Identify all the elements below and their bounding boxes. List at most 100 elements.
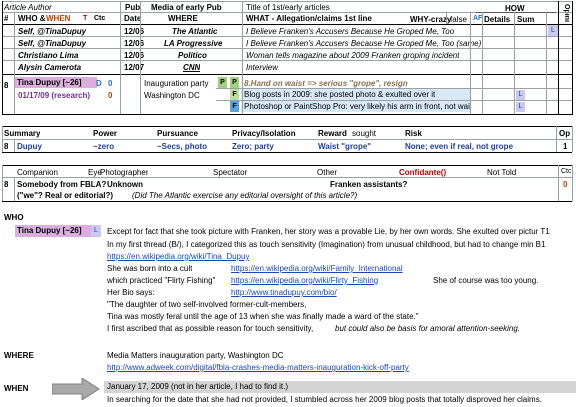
header-ctc: Ctc: [94, 15, 106, 22]
p-badge: P: [230, 77, 239, 88]
summary-privacy: Zero; party: [232, 142, 274, 151]
summary-val: 1: [563, 142, 568, 151]
wikipedia-link[interactable]: https://en.wikipedia.org/wiki/Tina_Dupuy: [107, 252, 249, 261]
article-date: 12/07: [124, 63, 145, 72]
when-text-2: In searching for the date that she had n…: [107, 395, 542, 404]
companion-we: ("we"? Real or editorial?): [17, 191, 114, 200]
header-date: Date: [124, 14, 142, 23]
article-media: Politico: [178, 51, 207, 60]
summary-pursuance: ~Secs, photo: [157, 142, 208, 151]
cult-text: She was born into a cult: [107, 264, 193, 273]
article-title: Interview: [246, 63, 279, 72]
article-author: Self, @TinaDupuy: [18, 27, 87, 36]
header-who: WHO &: [18, 14, 46, 23]
companion-header: Companion: [17, 168, 58, 177]
photographer-header: Photographer: [100, 168, 149, 177]
article-media: The Atlantic: [172, 27, 218, 36]
spectator-header: Spectator: [213, 168, 248, 177]
companion-zero: 0: [563, 180, 568, 189]
header-pub: Pub: [125, 3, 141, 12]
header-details: Details: [484, 15, 511, 24]
header-t: T: [83, 15, 88, 22]
ctc-header: Ctc: [561, 168, 572, 175]
header-false: false: [450, 15, 467, 24]
article-title: I Believe Franken's Accusers Because He …: [246, 27, 455, 36]
article-title: I Believe Franken's Accusers Because He …: [246, 39, 482, 48]
companion-unknown: Unknown: [107, 180, 143, 189]
person-date: 01/17/09 (research): [18, 91, 91, 100]
bio-link[interactable]: http://www.tinadupuy.com/bio/: [231, 288, 337, 297]
companion-atlantic-note: (Did The Atlantic exercise any editorial…: [132, 191, 358, 200]
summary-num: 8: [4, 142, 9, 151]
header-article-author: Article Author: [4, 3, 52, 12]
l-flag: L: [516, 90, 525, 100]
article-author: Self, @TinaDupuy: [18, 39, 87, 48]
who-line-1: Except for fact that she took picture wi…: [107, 227, 550, 236]
l-flag: L: [516, 102, 525, 112]
header-where: WHERE: [168, 14, 198, 23]
when-label: WHEN: [4, 384, 29, 393]
f-badge: F: [230, 89, 239, 100]
article-media: LA Progressive: [164, 39, 223, 48]
confidante-header: Confidante(): [399, 168, 447, 177]
not-told-header: Not Told: [487, 168, 517, 177]
where-text: Media Matters inauguration party, Washin…: [107, 351, 284, 360]
person-blog2: Photoshop or PaintShop Pro: very likely …: [241, 101, 470, 112]
summary-header: Summary: [4, 129, 41, 138]
sought-header: sought: [352, 129, 377, 138]
op-header: Op: [559, 129, 571, 138]
summary-power: ~zero: [93, 142, 115, 151]
when-text: January 17, 2009 (not in her article, I …: [104, 381, 576, 393]
companion-text: Somebody from FBLA?: [17, 180, 107, 189]
companion-num: 8: [4, 180, 9, 189]
last-line-a: I first ascribed that as possible reason…: [107, 324, 314, 333]
bio-text: Her Bio says:: [107, 288, 155, 297]
companion-franken-assistants: Franken assistants?: [330, 180, 408, 189]
privacy-header: Privacy/Isolation: [232, 129, 296, 138]
where-label: WHERE: [4, 351, 34, 360]
header-media: Media of early Pub: [151, 3, 222, 12]
reward-header: Reward: [318, 129, 347, 138]
bio-quote-2: Tina was mostly feral until the age of 1…: [107, 312, 419, 321]
summary-risk: None; even if real, not grope: [405, 142, 514, 151]
person-name: Tina Dupuy [~26]: [15, 77, 97, 88]
adweek-link[interactable]: http://www.adweek.com/digital/fbla-crash…: [107, 363, 409, 372]
risk-header: Risk: [405, 129, 422, 138]
header-title-of: Title of 1st/early articles: [246, 3, 330, 12]
power-header: Power: [93, 129, 118, 138]
person-blog1: Blog posts in 2009: she posted photo & e…: [241, 89, 470, 100]
person-where1: Inauguration party: [144, 79, 209, 88]
arrow-right-icon: [52, 378, 100, 400]
article-date: 12/06: [124, 39, 145, 48]
person-where2: Washington DC: [144, 91, 200, 100]
article-date: 12/06: [124, 27, 145, 36]
who-label: WHO: [4, 213, 24, 222]
family-international-link[interactable]: https://en.wikipedia.org/wiki/Family_Int…: [231, 264, 403, 273]
person-claim: 8.Hand on waist => serious "grope", resi…: [244, 79, 408, 88]
too-young-text: She of course was too young.: [433, 276, 539, 285]
who-l-flag: L: [91, 225, 101, 237]
person-d: D: [96, 79, 102, 88]
article-author: Christiano Lima: [18, 51, 79, 60]
summary-name: Dupuy: [17, 142, 42, 151]
header-af: AF: [473, 15, 483, 22]
flirty-fishing-link[interactable]: https://en.wikipedia.org/wiki/Flirty_Fis…: [231, 276, 378, 285]
other-header: Other: [317, 168, 338, 177]
header-when: WHEN: [46, 14, 71, 23]
header-what: WHAT - Allegation/claims 1st line: [246, 14, 372, 23]
person-num: 8: [4, 81, 9, 90]
header-hash: #: [4, 14, 9, 23]
article-flag: L: [548, 25, 558, 36]
f-badge: F: [230, 101, 239, 112]
article-title: Woman tells magazine about 2009 Franken …: [246, 51, 460, 60]
p-badge: P: [218, 77, 227, 88]
who-line-2: In my first thread (B/), I categorized t…: [107, 240, 546, 249]
summary-reward: Waist "grope": [318, 142, 372, 151]
person-zero2: 0: [108, 91, 113, 100]
flirty-text: which practiced "Flirty Fishing": [107, 276, 216, 285]
pursuance-header: Pursuance: [157, 129, 198, 138]
article-media: CNN: [183, 63, 201, 72]
person-zero: 0: [108, 79, 113, 88]
bio-quote-1: "The daughter of two self-involved forme…: [107, 300, 307, 309]
who-name: Tina Dupuy [~26]: [15, 225, 91, 237]
